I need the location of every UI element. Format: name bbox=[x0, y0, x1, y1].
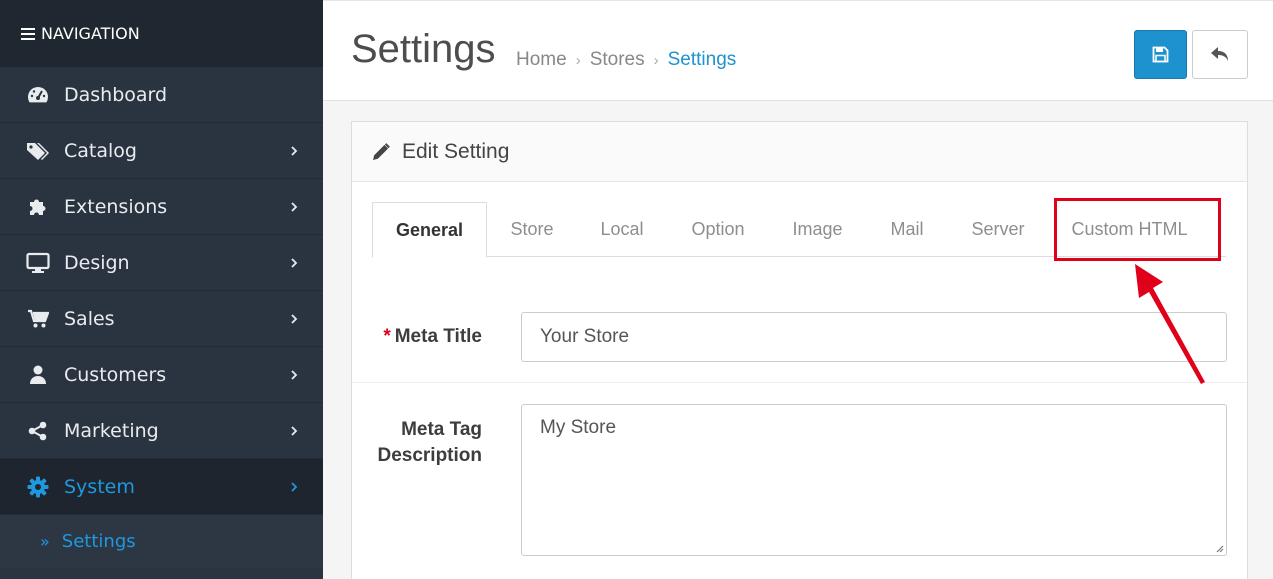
sidebar-item-label: System bbox=[64, 475, 135, 498]
breadcrumb-settings[interactable]: Settings bbox=[668, 49, 737, 71]
monitor-icon bbox=[26, 251, 50, 275]
tab-store[interactable]: Store bbox=[487, 202, 577, 257]
breadcrumb-separator: › bbox=[575, 51, 581, 69]
chevron-right-icon bbox=[291, 201, 298, 212]
breadcrumb: Home › Stores › Settings bbox=[516, 49, 736, 71]
sidebar-item-design[interactable]: Design bbox=[0, 235, 323, 291]
tab-option[interactable]: Option bbox=[667, 202, 769, 257]
chevron-right-icon bbox=[291, 313, 298, 324]
tab-mail[interactable]: Mail bbox=[866, 202, 948, 257]
meta-title-label: * Meta Title bbox=[374, 326, 482, 348]
meta-desc-label-line-1: Meta Tag bbox=[401, 419, 482, 440]
edit-setting-panel: Edit Setting General Store Local Option … bbox=[351, 121, 1248, 579]
sidebar-item-catalog[interactable]: Catalog bbox=[0, 123, 323, 179]
breadcrumb-separator: › bbox=[653, 51, 659, 69]
panel-heading: Edit Setting bbox=[352, 122, 1247, 182]
share-icon bbox=[26, 419, 50, 443]
sidebar-item-customers[interactable]: Customers bbox=[0, 347, 323, 403]
sidebar-subitem-label: Settings bbox=[61, 531, 136, 552]
meta-title-input[interactable]: Your Store bbox=[521, 312, 1227, 362]
meta-desc-label: Meta Tag Description bbox=[362, 417, 482, 469]
meta-description-textarea[interactable]: My Store bbox=[521, 404, 1227, 556]
cart-icon bbox=[26, 307, 50, 331]
user-icon bbox=[26, 363, 50, 387]
resize-grip-icon[interactable] bbox=[1214, 543, 1224, 553]
sidebar-subitem-settings[interactable]: » Settings bbox=[0, 515, 323, 568]
save-button[interactable] bbox=[1134, 30, 1187, 79]
chevron-right-icon bbox=[291, 425, 298, 436]
tab-general[interactable]: General bbox=[372, 202, 487, 258]
meta-title-value: Your Store bbox=[540, 326, 630, 347]
chevron-right-icon bbox=[291, 257, 298, 268]
save-icon bbox=[1152, 46, 1169, 63]
pencil-icon bbox=[372, 142, 390, 161]
highlight-box bbox=[1054, 198, 1221, 261]
main-content: Settings Home › Stores › Settings Edit S… bbox=[323, 0, 1273, 579]
meta-desc-label-line-2: Description bbox=[377, 445, 482, 466]
nav-header-label: NAVIGATION bbox=[41, 24, 140, 43]
sidebar-item-label: Sales bbox=[64, 307, 115, 330]
page-title: Settings bbox=[351, 27, 496, 71]
chevron-right-icon bbox=[291, 145, 298, 156]
breadcrumb-home[interactable]: Home bbox=[516, 49, 567, 71]
sidebar-item-system[interactable]: System bbox=[0, 459, 323, 515]
chevron-right-icon bbox=[291, 481, 298, 492]
sidebar-item-label: Extensions bbox=[64, 195, 168, 218]
back-button[interactable] bbox=[1192, 30, 1248, 79]
sidebar-item-label: Catalog bbox=[64, 139, 137, 162]
sidebar-item-sales[interactable]: Sales bbox=[0, 291, 323, 347]
sidebar-item-label: Dashboard bbox=[64, 83, 168, 106]
puzzle-icon bbox=[26, 195, 50, 219]
tab-image[interactable]: Image bbox=[769, 202, 866, 257]
page-header: Settings Home › Stores › Settings bbox=[323, 0, 1273, 101]
tab-server[interactable]: Server bbox=[948, 202, 1048, 257]
required-asterisk: * bbox=[383, 326, 391, 347]
reply-icon bbox=[1211, 47, 1228, 61]
breadcrumb-stores[interactable]: Stores bbox=[590, 49, 645, 71]
nav-header[interactable]: NAVIGATION bbox=[0, 0, 323, 67]
sidebar-item-label: Customers bbox=[64, 363, 167, 386]
sidebar: NAVIGATION Dashboard Catalog Extensions … bbox=[0, 0, 323, 579]
dashboard-icon bbox=[26, 83, 50, 107]
meta-title-label-text: Meta Title bbox=[394, 326, 482, 347]
sidebar-item-marketing[interactable]: Marketing bbox=[0, 403, 323, 459]
tab-local[interactable]: Local bbox=[577, 202, 667, 257]
sidebar-item-extensions[interactable]: Extensions bbox=[0, 179, 323, 235]
panel-title: Edit Setting bbox=[402, 139, 510, 163]
meta-desc-value: My Store bbox=[540, 417, 617, 438]
sidebar-item-label: Design bbox=[64, 251, 130, 274]
form-divider bbox=[352, 382, 1247, 383]
sidebar-item-label: Marketing bbox=[64, 419, 159, 442]
tags-icon bbox=[26, 139, 50, 163]
double-chevron-right-icon: » bbox=[40, 532, 50, 551]
chevron-right-icon bbox=[291, 369, 298, 380]
menu-icon bbox=[21, 27, 35, 40]
sidebar-item-dashboard[interactable]: Dashboard bbox=[0, 67, 323, 123]
gear-icon bbox=[26, 475, 50, 499]
